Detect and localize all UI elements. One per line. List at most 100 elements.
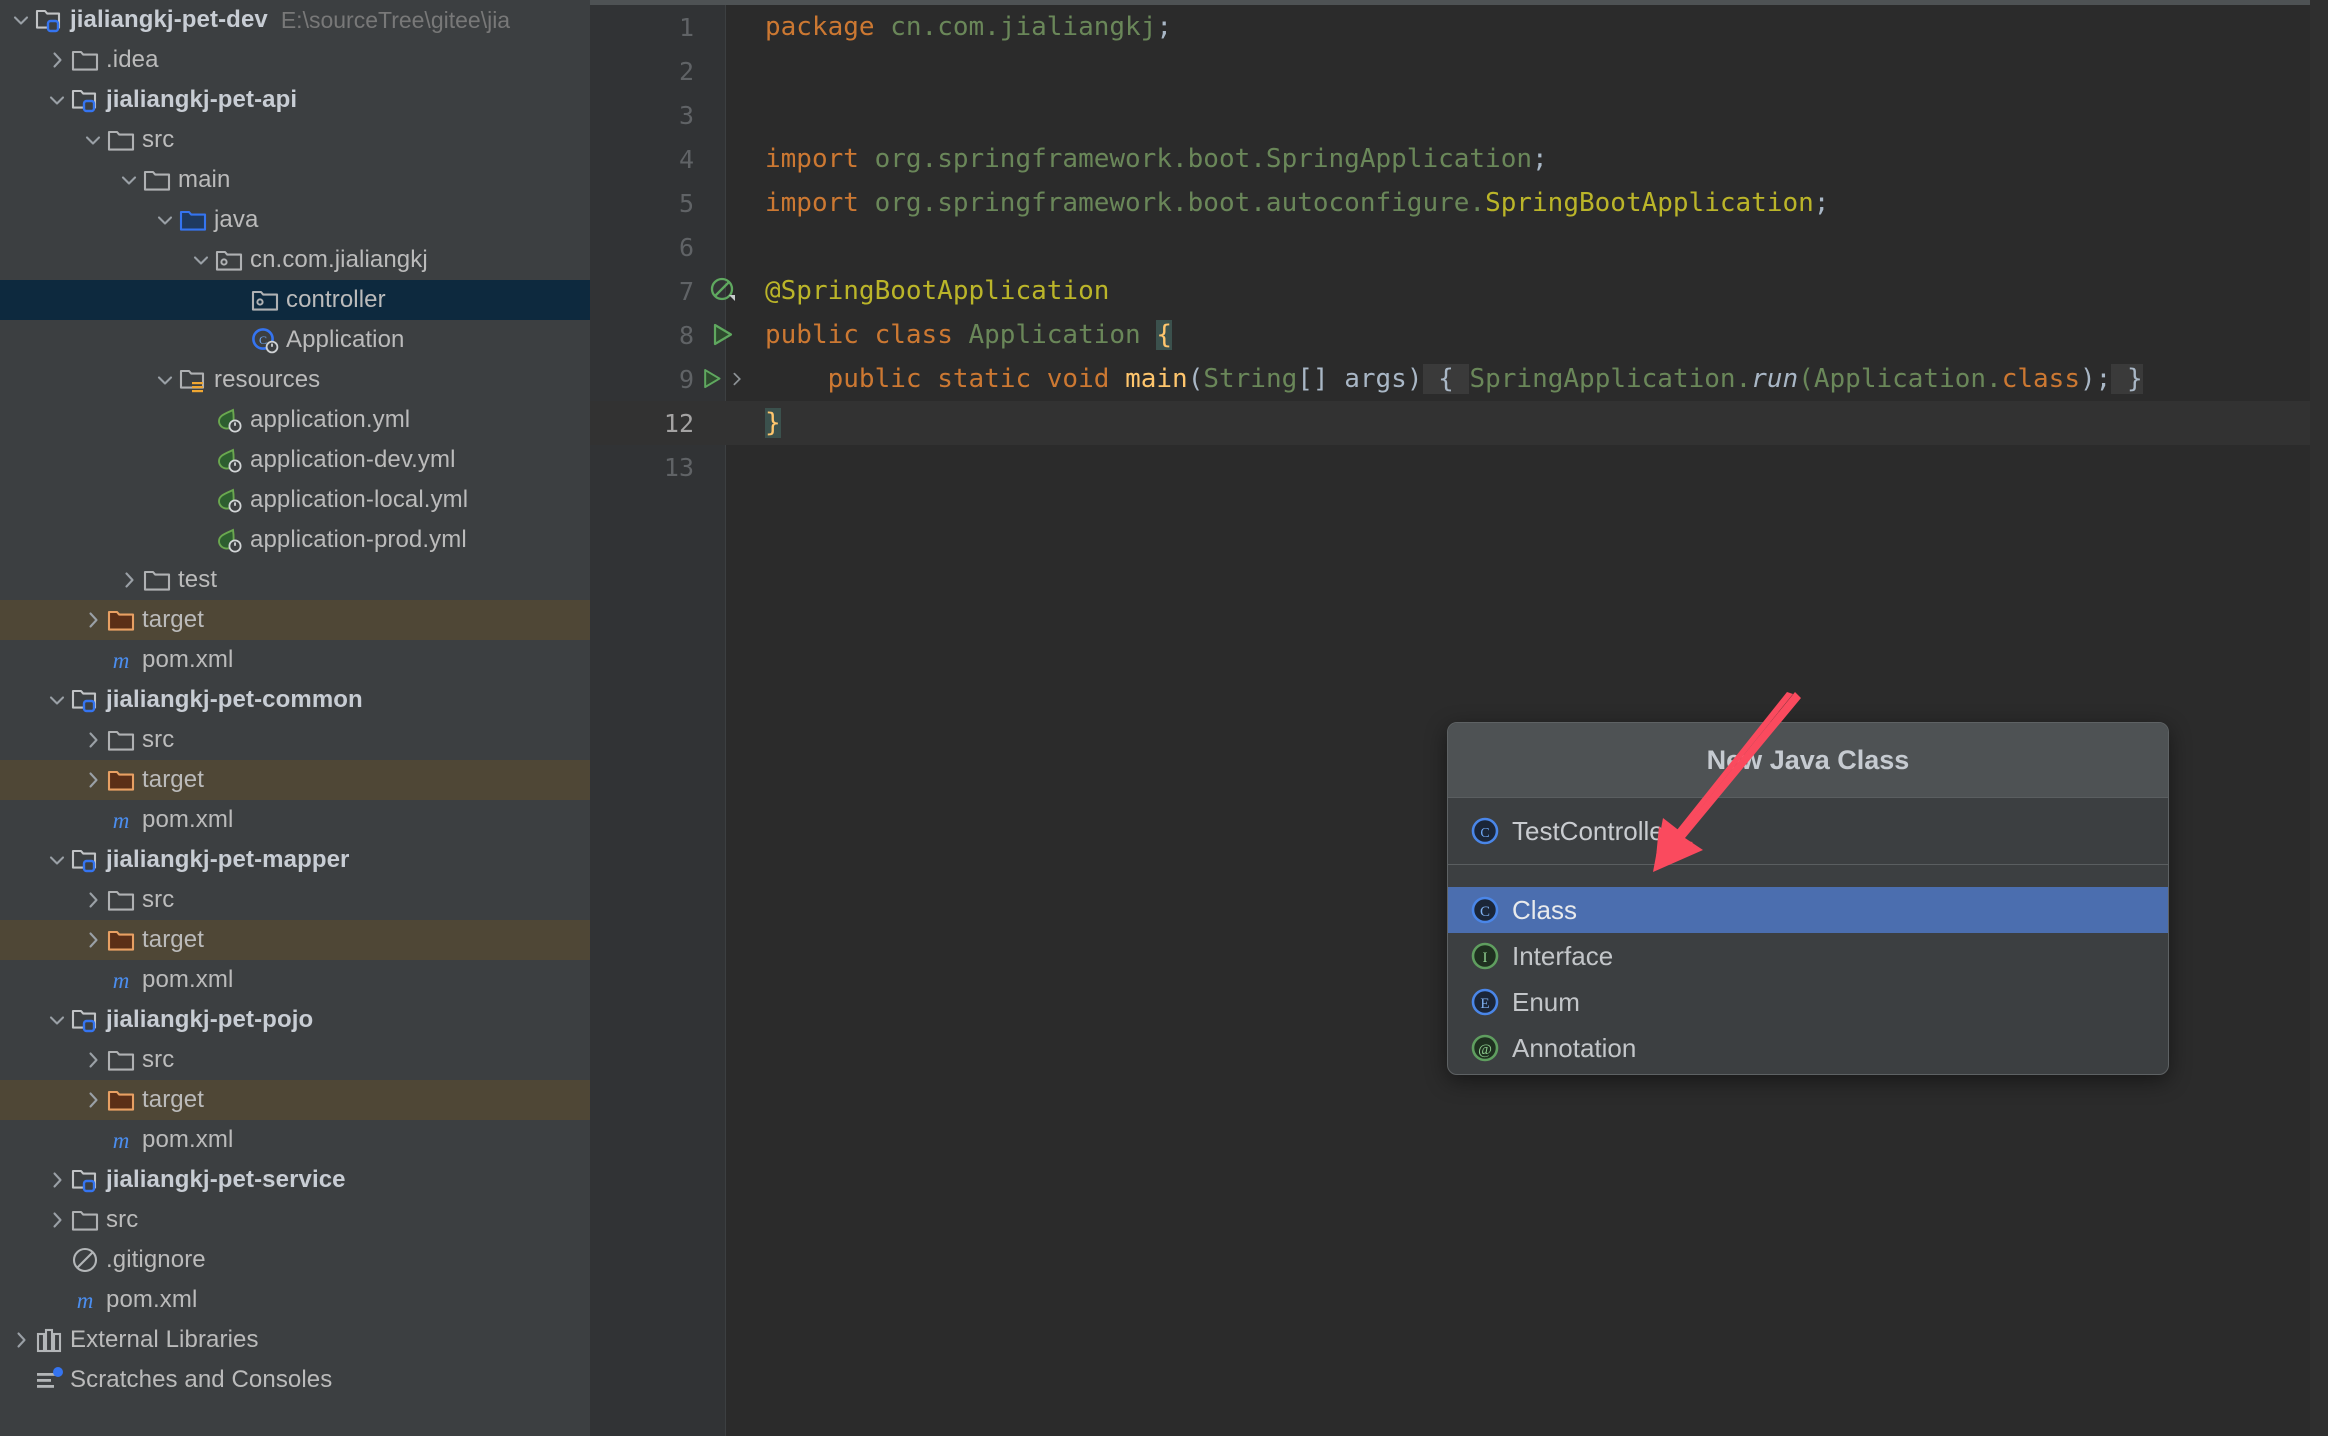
tree-row-target[interactable]: target [0,920,590,960]
tree-row-resources[interactable]: resources [0,360,590,400]
scrollbar-marker [2310,0,2328,1436]
chevron-right-icon[interactable] [80,887,106,913]
tree-row-src[interactable]: src [0,720,590,760]
project-tool-window[interactable]: jialiangkj-pet-dev E:\sourceTree\gitee\ji… [0,0,590,1436]
chevron-right-icon[interactable] [80,727,106,753]
code-line[interactable]: 13 [590,445,2328,489]
chevron-down-icon[interactable] [8,7,34,33]
chevron-right-icon[interactable] [8,1327,34,1353]
tree-row-jialiangkj-pet-pojo[interactable]: jialiangkj-pet-pojo [0,1000,590,1040]
chevron-down-icon[interactable] [44,1007,70,1033]
tree-row-target[interactable]: target [0,600,590,640]
chevron-right-icon[interactable] [80,927,106,953]
new-java-class-popup[interactable]: New Java Class C TestController C Class I I… [1447,722,2169,1075]
suppress-icon[interactable] [698,276,745,306]
tree-row-controller[interactable]: controller [0,280,590,320]
code-line[interactable]: 2 [590,49,2328,93]
code-line[interactable]: 1 package cn.com.jialiangkj; [590,5,2328,49]
tree-row-src[interactable]: src [0,120,590,160]
chevron-down-icon[interactable] [152,207,178,233]
tree-row-pom-xml[interactable]: m pom.xml [0,960,590,1000]
kind-option-class[interactable]: C Class [1448,887,2168,933]
chevron-down-icon[interactable] [152,367,178,393]
run-icon[interactable] [698,320,745,350]
tree-row-idea[interactable]: .idea [0,40,590,80]
tree-row-target[interactable]: target [0,760,590,800]
chevron-down-icon[interactable] [44,687,70,713]
tree-row-external-libraries[interactable]: External Libraries [0,1320,590,1360]
tree-row-application-yml[interactable]: application.yml [0,400,590,440]
svg-text:E: E [1480,996,1489,1012]
tree-row-application-local-yml[interactable]: application-local.yml [0,480,590,520]
tree-row-pom-xml[interactable]: m pom.xml [0,800,590,840]
tree-row-scratches-and-consoles[interactable]: Scratches and Consoles [0,1360,590,1400]
tree-row-jialiangkj-pet-common[interactable]: jialiangkj-pet-common [0,680,590,720]
code-line[interactable]: 4 import org.springframework.boot.SpringA… [590,137,2328,181]
chevron-right-icon[interactable] [116,567,142,593]
kind-option-label: Enum [1512,986,1580,1017]
tree-row-label: cn.com.jialiangkj [250,246,428,273]
chevron-right-icon[interactable] [80,1047,106,1073]
tree-row-jialiangkj-pet-dev[interactable]: jialiangkj-pet-dev E:\sourceTree\gitee\ji… [0,0,590,40]
tree-row-pom-xml[interactable]: m pom.xml [0,1120,590,1160]
kind-option-interface[interactable]: I Interface [1448,933,2168,979]
kind-option-list[interactable]: C Class I Interface E Enum @ Annotation [1448,887,2168,1071]
svg-text:C: C [1480,904,1490,920]
editor-pane[interactable]: 1 package cn.com.jialiangkj; 2 3 4 import org… [590,0,2328,1436]
spring-yaml-icon [214,525,244,555]
svg-text:m: m [77,1288,94,1313]
tree-row-src[interactable]: src [0,880,590,920]
chevron-down-icon[interactable] [44,847,70,873]
maven-icon: m [106,645,136,675]
tree-row-label: jialiangkj-pet-pojo [106,1006,314,1033]
tree-row-jialiangkj-pet-api[interactable]: jialiangkj-pet-api [0,80,590,120]
tree-row-jialiangkj-pet-service[interactable]: jialiangkj-pet-service [0,1160,590,1200]
chevron-down-icon[interactable] [188,247,214,273]
run-fold-icon[interactable] [698,364,745,394]
code-line[interactable]: 3 [590,93,2328,137]
tree-row-application[interactable]: C Application [0,320,590,360]
tree-row-label: src [142,726,175,753]
tree-row-test[interactable]: test [0,560,590,600]
chevron-down-icon[interactable] [116,167,142,193]
tree-row-label: jialiangkj-pet-dev [70,6,268,33]
code-line[interactable]: 7 @SpringBootApplication [590,269,2328,313]
code-line[interactable]: 5 import org.springframework.boot.autocon… [590,181,2328,225]
tree-row-pom-xml[interactable]: m pom.xml [0,1280,590,1320]
chevron-right-icon[interactable] [80,607,106,633]
class-name-input-row[interactable]: C TestController [1448,798,2168,865]
module-folder-icon [70,1005,100,1035]
interface-icon: I [1470,941,1512,971]
chevron-right-icon[interactable] [44,1207,70,1233]
code-line[interactable]: 9 public static void main(String[] args)… [590,357,2328,401]
code-line[interactable]: 8 public class Application { [590,313,2328,357]
tree-row-src[interactable]: src [0,1040,590,1080]
chevron-right-icon[interactable] [80,1087,106,1113]
chevron-right-icon[interactable] [44,47,70,73]
code-line[interactable]: 12} [590,401,2328,445]
tree-row-application-prod-yml[interactable]: application-prod.yml [0,520,590,560]
kind-option-annotation[interactable]: @ Annotation [1448,1025,2168,1071]
tree-row-main[interactable]: main [0,160,590,200]
chevron-down-icon[interactable] [44,87,70,113]
code-line[interactable]: 6 [590,225,2328,269]
project-tree[interactable]: jialiangkj-pet-dev E:\sourceTree\gitee\ji… [0,0,590,1400]
code-lines[interactable]: 1 package cn.com.jialiangkj; 2 3 4 import org… [590,5,2328,1436]
chevron-right-icon[interactable] [80,767,106,793]
chevron-right-icon[interactable] [44,1167,70,1193]
kind-option-enum[interactable]: E Enum [1448,979,2168,1025]
tree-row-label: jialiangkj-pet-service [106,1166,346,1193]
maven-icon: m [106,805,136,835]
tree-row-src[interactable]: src [0,1200,590,1240]
class-name-input[interactable]: TestController [1512,816,1672,847]
tree-row-jialiangkj-pet-mapper[interactable]: jialiangkj-pet-mapper [0,840,590,880]
tree-row-cn-com-jialiangkj[interactable]: cn.com.jialiangkj [0,240,590,280]
tree-row-target[interactable]: target [0,1080,590,1120]
tree-row-gitignore[interactable]: .gitignore [0,1240,590,1280]
tree-row-pom-xml[interactable]: m pom.xml [0,640,590,680]
tree-row-java[interactable]: java [0,200,590,240]
chevron-down-icon[interactable] [80,127,106,153]
code-text: public static void main(String[] args) {… [827,364,2143,394]
tree-row-application-dev-yml[interactable]: application-dev.yml [0,440,590,480]
tree-row-label: resources [214,366,321,393]
